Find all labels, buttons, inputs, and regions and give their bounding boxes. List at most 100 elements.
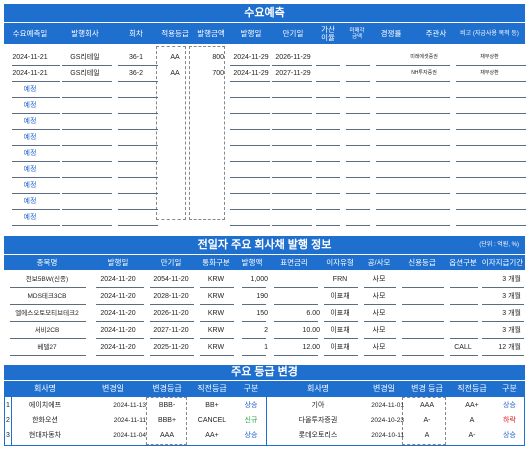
grid-underline [456,209,526,210]
grade-new2: A [424,432,430,439]
grid-underline [12,97,60,98]
grid-underline [406,81,450,82]
issuance-currency: KRW [207,327,225,334]
grid-underline [376,209,406,210]
col-rate-type: 이자유형 [326,257,354,267]
issuance-amount: 1,000 [250,276,268,283]
grid-underline [62,161,112,162]
grade-old: BB+ [205,402,219,409]
forecast-row[interactable]: 2024-11-21 GS리테일 36-1 AA 800 2024-11-29 … [4,50,525,66]
grid-underline [346,177,370,178]
row-manager: NH투자증권 [411,70,437,76]
col-competition: 경쟁률 [380,28,402,38]
issuance-coupon [268,289,320,305]
placeholder-label: 예정 [23,102,37,109]
grid-underline [96,355,144,356]
col-issue-date: 발행일 [107,257,129,267]
issuance-coupon: 10.00 [302,327,320,334]
issuance-row[interactable]: 천보5BW(신종) 2024-11-20 2054-11-20 KRW 1,000 FRN… [4,272,525,288]
grade-company: 에이치에프 [28,402,62,409]
issuance-credit [398,272,446,288]
grid-underline [456,145,526,146]
grid-underline [456,177,526,178]
grid-underline [406,193,450,194]
placeholder-label: 예정 [23,150,37,157]
grid-underline [364,304,396,305]
issuance-maturity: 2026-11-20 [153,310,189,317]
issuance-title-text: 전일자 주요 회사채 발행 정보 [197,239,332,251]
grid-underline [450,355,478,356]
issuance-credit [398,323,446,339]
issuance-option [446,323,480,339]
grade-type2: 상승 [503,432,516,439]
grid-underline [364,355,396,356]
grade-row[interactable]: 3 현대자동차 2024-11-04 AAA AA+ 상승 롯데오토리스 2024-10-11… [4,428,525,443]
grid-underline [316,177,340,178]
grade-type2: 상승 [503,402,516,409]
grid-underline [230,113,270,114]
issuance-row[interactable]: 서비2CB 2024-11-20 2027-11-20 KRW 2 10.00 이표채 사모 3… [4,323,525,339]
col-coupon: 표면금리 [280,257,308,267]
grid-underline [346,161,370,162]
grade-company2: 롯데오토리스 [298,432,338,439]
grade-row[interactable]: 1 에이치에프 2024-11-13 BBB- BB+ 상승 기아 2024-11-01 AAA… [4,398,525,413]
grade-type: 상승 [244,432,258,439]
grid-underline [456,161,526,162]
grid-underline [12,113,60,114]
issuance-row[interactable]: MDS테크3CB 2024-11-20 2028-11-20 KRW 190 이표채 사모 3… [4,289,525,305]
grid-underline [96,321,144,322]
grid-underline [150,321,194,322]
grid-underline [346,225,370,226]
issuance-coupon [268,272,320,288]
grid-underline [150,287,194,288]
issuance-offer: 사모 [372,344,386,351]
placeholder-label: 예정 [23,86,37,93]
grid-underline [118,193,158,194]
grid-underline [346,145,370,146]
forecast-row[interactable]: 2024-11-21 GS리테일 36-2 AA 700 2024-11-29 … [4,66,525,82]
issuance-row[interactable]: 엘에스오토모티브테크2 2024-11-20 2026-11-20 KRW 150 6.0… [4,306,525,322]
grid-underline [406,97,450,98]
grid-underline [230,65,270,66]
grade-company2: 다올투자증권 [298,417,338,424]
row-amount: 700 [212,70,224,77]
grid-underline [324,321,358,322]
grid-underline [230,177,270,178]
row-note: 채무상환 [480,54,499,60]
issuance-coupon: 12.00 [302,344,320,351]
grade-old: AA+ [205,432,219,439]
grade-new2: AAA [419,402,434,409]
issuance-amount: 190 [256,293,268,300]
grid-underline [482,355,524,356]
grid-underline [376,81,406,82]
grid-underline [242,304,266,305]
grade-date2: 2024-10-23 [370,417,404,424]
grid-underline [118,225,158,226]
grid-underline [406,177,450,178]
grid-underline [316,81,340,82]
grid-underline [12,209,60,210]
grid-underline [346,129,370,130]
col-maturity: 만기일 [282,28,304,38]
grid-underline [96,287,144,288]
grid-underline [316,97,340,98]
row-amount: 800 [212,54,224,61]
grid-underline [12,177,60,178]
grid-underline [376,65,406,66]
col-old-grade2: 직전등급 [457,383,487,393]
grade-old: CANCEL [197,417,227,424]
issuance-rate-type: 이표채 [330,327,350,334]
grid-underline [272,225,312,226]
issuance-issue-date: 2024-11-20 [100,327,136,334]
issuance-option [446,272,480,288]
issuance-amount: 1 [264,344,268,351]
grid-underline [346,193,370,194]
col-grade: 적용등급 [161,28,189,38]
grid-underline [272,209,312,210]
grade-old2: A [469,417,475,424]
grid-underline [230,129,270,130]
issuance-row[interactable]: 베델27 2024-11-20 2025-11-20 KRW 1 12.00 이표채 사모 CA… [4,340,525,356]
grid-underline [364,338,396,339]
grade-row[interactable]: 2 한화오션 2024-11-11 BBB+ CANCEL 신규 다올투자증권 2024-10… [4,413,525,428]
grid-underline [272,161,312,162]
